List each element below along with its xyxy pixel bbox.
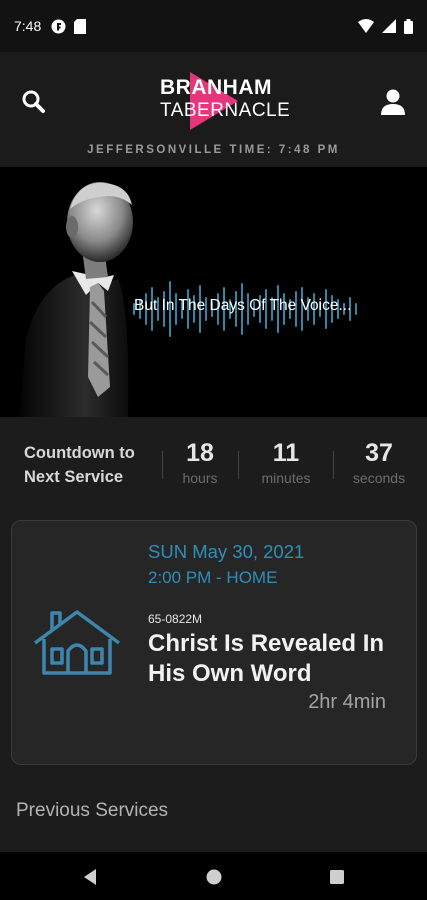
wifi-icon [358,19,374,33]
countdown-label-line2: Next Service [24,468,124,486]
countdown-seconds-value: 37 [365,439,393,467]
status-left-icons [51,18,87,34]
back-icon[interactable] [78,864,104,890]
countdown-minutes-value: 11 [272,439,300,467]
logo-line2: TABERNACLE [160,100,291,121]
logo-line1: BRANHAM [160,76,272,99]
branham-tabernacle-logo[interactable]: BRANHAM TABERNACLE [158,72,290,132]
countdown-label: Countdown to Next Service [24,441,135,489]
sermon-code: 65-0822M [148,612,203,626]
system-nav-bar [0,852,427,900]
status-bar: 7:48 [0,0,427,52]
service-date: SUN May 30, 2021 [148,541,305,562]
countdown-hours: 18 hours [160,439,240,486]
hero-caption: But In The Days Of The Voice... [134,297,352,314]
service-time-location: 2:00 PM - HOME [148,568,278,587]
app-header: BRANHAM TABERNACLE JEFFERSONVILLE TIME: … [0,52,427,167]
sermon-duration: 2hr 4min [308,691,386,713]
countdown-label-line1: Countdown to [24,444,135,462]
countdown-minutes: 11 minutes [246,439,326,486]
previous-services-heading: Previous Services [16,800,169,821]
sermon-title: Christ Is Revealed In His Own Word [148,630,385,687]
recents-icon[interactable] [324,864,350,890]
countdown-divider [333,451,334,479]
countdown-seconds: 37 seconds [339,439,419,486]
notification-f-icon [51,19,66,33]
search-icon[interactable] [20,88,48,116]
countdown-panel: Countdown to Next Service 18 hours 11 mi… [0,417,427,517]
status-time: 7:48 [14,18,42,34]
countdown-hours-label: hours [182,470,218,486]
user-icon[interactable] [379,88,407,116]
status-right-icons [358,18,413,34]
signal-icon [382,19,396,33]
home-button-icon[interactable] [201,864,227,890]
countdown-minutes-label: minutes [261,470,311,486]
countdown-hours-value: 18 [186,439,214,467]
hero-banner[interactable]: But In The Days Of The Voice... [0,167,427,417]
countdown-divider [238,451,239,479]
jeffersonville-time: JEFFERSONVILLE TIME: 7:48 PM [87,144,340,156]
next-service-card[interactable]: SUN May 30, 2021 2:00 PM - HOME 65-0822M… [11,520,417,765]
countdown-seconds-label: seconds [352,470,406,486]
battery-icon [404,18,413,34]
home-icon [33,610,121,675]
sd-card-icon [74,18,87,34]
